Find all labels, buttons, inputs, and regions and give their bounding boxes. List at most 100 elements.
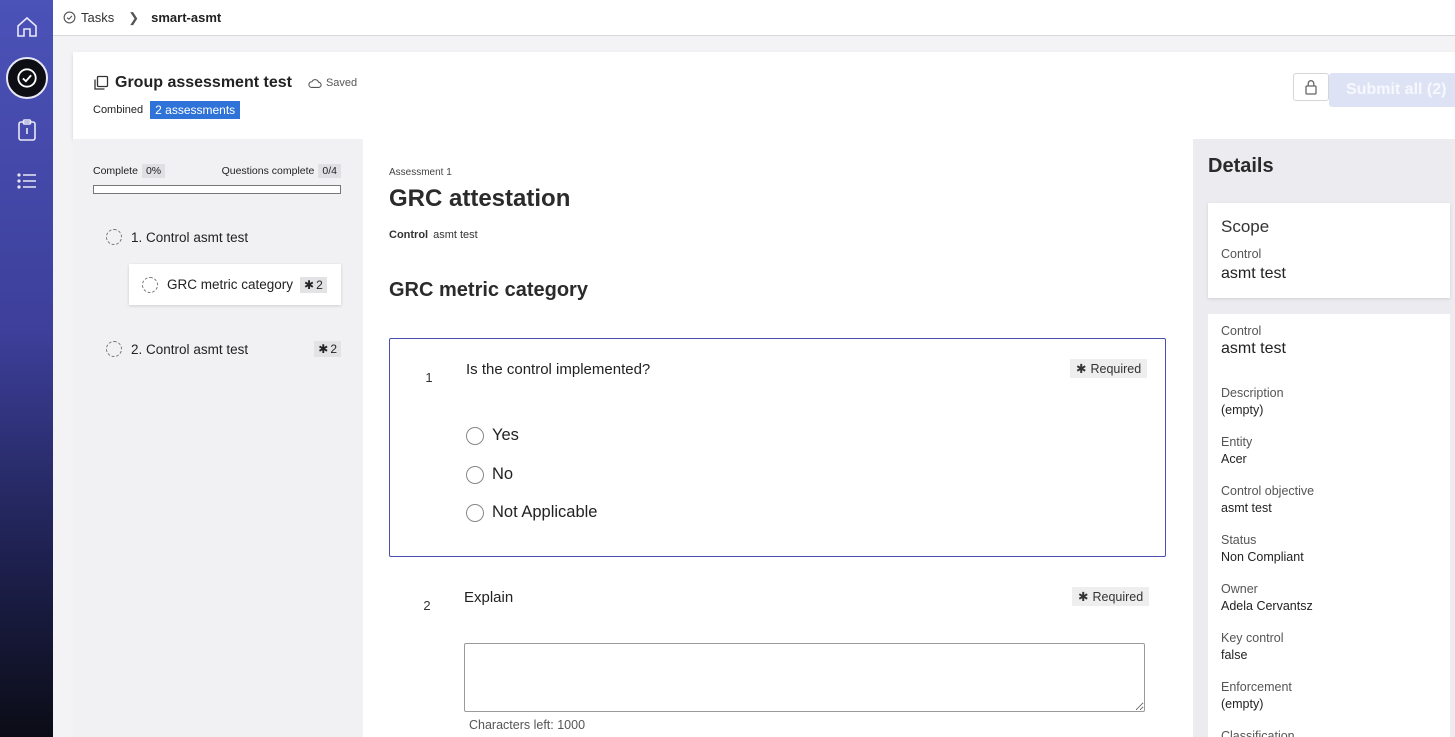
page-title: Group assessment test [115, 74, 292, 91]
breadcrumb-tasks[interactable]: Tasks [63, 10, 114, 25]
scope-type: Control [389, 229, 429, 241]
asterisk-icon: ✱ [304, 277, 315, 292]
radio-button[interactable] [466, 426, 484, 445]
field-value: asmt test [1221, 340, 1286, 357]
radio-button[interactable] [466, 503, 484, 522]
nav-item-name: asmt test [193, 229, 249, 245]
left-rail [0, 0, 53, 737]
details-title: Details [1208, 155, 1274, 177]
breadcrumb: Tasks ❯ smart-asmt [53, 0, 1455, 36]
nav-item-name: asmt test [193, 341, 249, 357]
option-no[interactable]: No [466, 465, 513, 484]
asterisk-icon: ✱ [1078, 590, 1089, 604]
field-control-objective: Control objective asmt test [1221, 484, 1314, 515]
nav-item-control-2[interactable]: 2. Control asmt test ✱ 2 [106, 341, 341, 357]
asterisk-icon: ✱ [318, 342, 329, 356]
field-label: Enforcement [1221, 680, 1292, 694]
explain-textarea[interactable] [464, 643, 1145, 712]
required-label: Required [1092, 589, 1144, 604]
field-enforcement: Enforcement (empty) [1221, 680, 1292, 711]
section-title: GRC metric category [389, 279, 588, 301]
complete-value: 0% [141, 164, 166, 178]
nav-item-grc-metric-category[interactable]: GRC metric category ✱ 2 [129, 264, 341, 305]
breadcrumb-current: smart-asmt [151, 10, 221, 25]
field-label: Status [1221, 533, 1257, 547]
progress-bar [93, 185, 341, 194]
option-not-applicable[interactable]: Not Applicable [466, 503, 598, 522]
cloud-icon [308, 78, 322, 88]
field-label: Classification [1221, 729, 1295, 737]
assessment-content: Assessment 1 GRC attestation Control asmt… [363, 139, 1193, 737]
assessment-header: Group assessment test Saved Combined 2 a… [73, 52, 1455, 139]
nav-item-number: 1. [131, 229, 143, 245]
assessments-badge[interactable]: 2 assessments [150, 101, 241, 119]
required-count-badge: ✱ 2 [300, 276, 327, 293]
nav-item-number: 2. [131, 341, 143, 357]
scope-value: asmt test [1221, 265, 1286, 282]
scope-label: Control [1221, 247, 1262, 261]
option-yes[interactable]: Yes [466, 426, 519, 445]
scope-title: Scope [1221, 217, 1270, 236]
required-count-badge: ✱ 2 [314, 341, 341, 357]
questions-summary: Questions complete 0/4 [222, 164, 341, 178]
field-label: Control [1221, 324, 1262, 338]
field-value: Non Compliant [1221, 550, 1304, 564]
field-description: Description (empty) [1221, 386, 1284, 417]
check-circle-icon [63, 11, 76, 24]
characters-left: Characters left: 1000 [469, 718, 586, 732]
copy-icon[interactable] [93, 75, 109, 91]
questions-value: 0/4 [318, 164, 341, 178]
field-status: Status Non Compliant [1221, 533, 1304, 564]
field-key-control: Key control false [1221, 631, 1284, 662]
nav-child-label: GRC metric category [167, 277, 294, 292]
option-label: Yes [492, 426, 519, 444]
chevron-right-icon: ❯ [128, 9, 140, 25]
question-card-2[interactable]: 2 Explain ✱ Required Characters left: 10… [389, 576, 1166, 737]
option-label: No [492, 465, 514, 483]
complete-summary: Complete 0% [93, 164, 166, 178]
field-classification: Classification [1221, 729, 1295, 737]
field-value: Acer [1221, 452, 1247, 466]
field-control: Control asmt test [1221, 324, 1286, 358]
status-circle-icon [106, 341, 122, 357]
nav-item-type: Control [146, 229, 190, 245]
tasks-check-icon[interactable] [0, 56, 53, 100]
field-value: (empty) [1221, 403, 1264, 417]
details-fields: Control asmt test Description (empty) En… [1208, 314, 1450, 737]
required-count: 2 [316, 277, 323, 292]
field-label: Key control [1221, 631, 1284, 645]
question-number: 2 [410, 588, 444, 622]
home-icon[interactable] [0, 5, 53, 49]
breadcrumb-current-label: smart-asmt [151, 10, 222, 25]
radio-button[interactable] [466, 465, 484, 484]
nav-item-type: Control [146, 341, 190, 357]
details-panel: Details Scope Control asmt test Control … [1193, 139, 1455, 737]
nav-item-control-1[interactable]: 1. Control asmt test [106, 229, 248, 245]
option-label: Not Applicable [492, 503, 598, 521]
required-badge: ✱ Required [1072, 587, 1150, 606]
assessment-scope: Control asmt test [389, 229, 478, 241]
field-entity: Entity Acer [1221, 435, 1252, 466]
question-card-1[interactable]: 1 Is the control implemented? ✱ Required… [389, 338, 1166, 557]
field-label: Control objective [1221, 484, 1315, 498]
submit-all-button[interactable]: Submit all (2) [1329, 73, 1455, 107]
assessment-title: GRC attestation [389, 185, 571, 212]
lock-button[interactable] [1293, 73, 1329, 101]
field-owner: Owner Adela Cervantsz [1221, 582, 1313, 613]
status-circle-icon [142, 276, 158, 293]
clipboard-icon[interactable] [0, 108, 53, 152]
complete-label: Complete [93, 165, 138, 177]
assessment-label: Assessment 1 [389, 167, 452, 178]
assessment-nav: Complete 0% Questions complete 0/4 1. Cont… [73, 139, 363, 737]
list-icon[interactable] [0, 159, 53, 203]
status-circle-icon [106, 229, 122, 245]
breadcrumb-tasks-label: Tasks [81, 10, 115, 25]
required-count: 2 [330, 342, 337, 356]
scope-name: asmt test [433, 229, 478, 241]
required-label: Required [1090, 361, 1142, 376]
asterisk-icon: ✱ [1076, 362, 1087, 376]
question-text: Explain [464, 589, 514, 606]
scope-card: Scope Control asmt test [1208, 203, 1450, 298]
field-label: Owner [1221, 582, 1258, 596]
saved-status: Saved [308, 77, 357, 89]
